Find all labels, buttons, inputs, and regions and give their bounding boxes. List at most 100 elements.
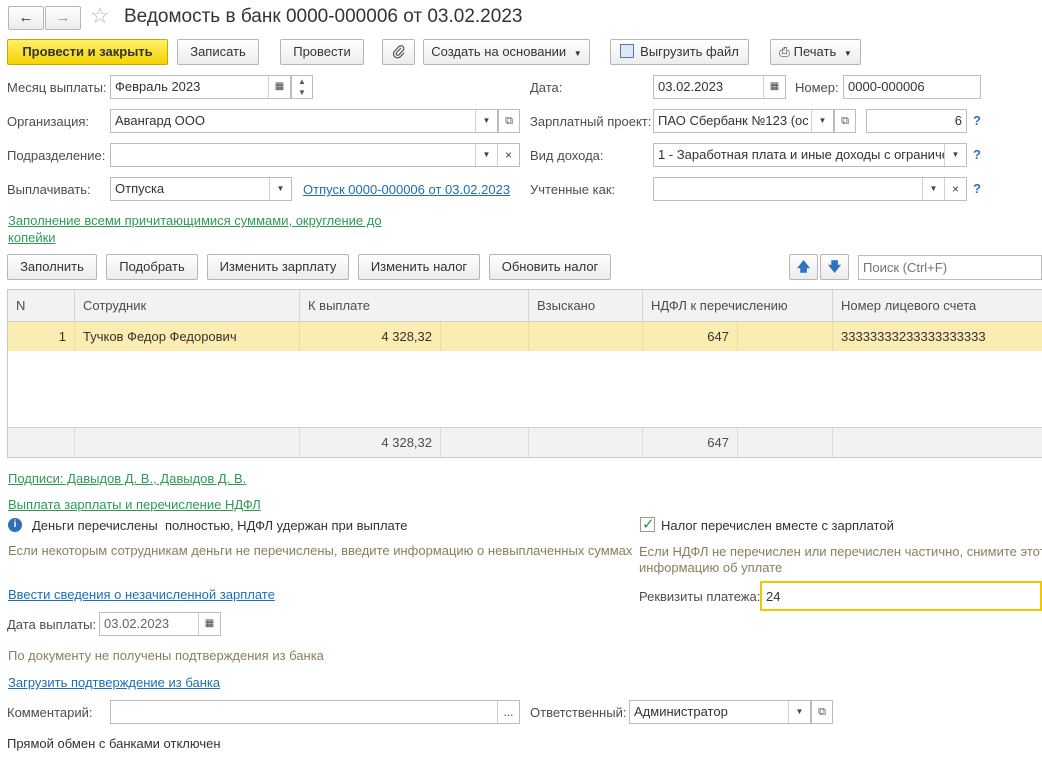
- dropdown-arrow-icon[interactable]: ▼: [475, 110, 497, 132]
- totals-collected: [529, 428, 643, 457]
- employees-table[interactable]: N Сотрудник К выплате Взыскано НДФЛ к пе…: [7, 289, 1042, 458]
- signatures-link[interactable]: Подписи: Давыдов Д. В., Давыдов Д. В.: [8, 470, 246, 487]
- calendar-icon[interactable]: ▦: [763, 76, 785, 98]
- table-row[interactable]: 1 Тучков Федор Федорович 4 328,32 647 33…: [8, 322, 1042, 351]
- row-ndfl: 647: [643, 322, 738, 351]
- post-and-close-button[interactable]: Провести и закрыть: [7, 39, 168, 65]
- column-employee[interactable]: Сотрудник: [75, 290, 300, 322]
- vacation-document-link[interactable]: Отпуск 0000-000006 от 03.02.2023: [303, 182, 510, 197]
- counted-as-label: Учтенные как:: [530, 182, 616, 197]
- stepper-up-icon[interactable]: ▲: [292, 76, 312, 87]
- salary-project-help-icon[interactable]: ?: [973, 113, 981, 128]
- calendar-icon[interactable]: ▦: [198, 613, 220, 635]
- tax-paid-checkbox[interactable]: ✓: [640, 516, 655, 533]
- pay-date-label: Дата выплаты:: [7, 617, 97, 632]
- salary-project-label: Зарплатный проект:: [530, 114, 652, 129]
- payment-details-field[interactable]: 24: [760, 581, 1042, 611]
- dropdown-arrow-icon[interactable]: ▼: [944, 144, 966, 166]
- income-type-field[interactable]: 1 - Заработная плата и иные доходы с огр…: [653, 143, 967, 167]
- update-tax-button[interactable]: Обновить налог: [489, 254, 611, 280]
- star-icon[interactable]: ☆: [90, 3, 110, 29]
- arrow-up-icon: 🡅: [796, 259, 811, 274]
- back-button[interactable]: ←: [8, 6, 44, 30]
- checkmark-icon: ✓: [642, 516, 655, 533]
- ellipsis-icon[interactable]: ...: [497, 701, 519, 723]
- create-based-on-button[interactable]: Создать на основании ▼: [423, 39, 590, 65]
- printer-icon: ⎙: [779, 44, 790, 59]
- division-label: Подразделение:: [7, 148, 106, 163]
- income-type-help-icon[interactable]: ?: [973, 147, 981, 162]
- page-title: Ведомость в банк 0000-000006 от 03.02.20…: [124, 6, 523, 27]
- comment-field[interactable]: ...: [110, 700, 520, 724]
- totals-employee: [75, 428, 300, 457]
- comment-label: Комментарий:: [7, 705, 93, 720]
- column-ndfl[interactable]: НДФЛ к перечислению: [643, 290, 833, 322]
- save-button[interactable]: Записать: [177, 39, 259, 65]
- tax-paid-label[interactable]: Налог перечислен вместе с зарплатой: [661, 518, 894, 534]
- dropdown-arrow-icon[interactable]: ▼: [788, 701, 810, 723]
- load-confirmation-link[interactable]: Загрузить подтверждение из банка: [8, 675, 220, 690]
- no-confirmation-hint: По документу не получены подтверждения и…: [8, 648, 324, 663]
- dropdown-arrow-icon: ▼: [573, 49, 582, 58]
- number-field[interactable]: 0000-000006: [843, 75, 981, 99]
- column-collected[interactable]: Взыскано: [529, 290, 643, 322]
- calendar-icon[interactable]: ▦: [268, 76, 290, 98]
- column-to-pay[interactable]: К выплате: [300, 290, 529, 322]
- print-button[interactable]: ⎙ Печать ▼: [770, 39, 861, 65]
- organization-field[interactable]: Авангард ООО ▼: [110, 109, 498, 133]
- forward-button[interactable]: →: [45, 6, 81, 30]
- column-account[interactable]: Номер лицевого счета: [833, 290, 1042, 322]
- attach-button[interactable]: [382, 39, 415, 65]
- change-tax-button[interactable]: Изменить налог: [358, 254, 480, 280]
- division-field[interactable]: ▼ ×: [110, 143, 520, 167]
- column-n[interactable]: N: [8, 290, 75, 322]
- export-file-button[interactable]: Выгрузить файл: [610, 39, 749, 65]
- open-salary-project-button[interactable]: ⧉: [834, 109, 856, 133]
- row-ndfl-extra: [738, 322, 833, 351]
- arrow-left-icon: ←: [18, 9, 34, 26]
- month-field[interactable]: Февраль 2023 ▦: [110, 75, 291, 99]
- dropdown-arrow-icon[interactable]: ▼: [922, 178, 944, 200]
- tax-hint: Если НДФЛ не перечислен или перечислен ч…: [639, 544, 1042, 575]
- pay-date-field[interactable]: 03.02.2023 ▦: [99, 612, 221, 636]
- change-salary-button[interactable]: Изменить зарплату: [207, 254, 349, 280]
- post-button[interactable]: Провести: [280, 39, 364, 65]
- search-input[interactable]: [858, 255, 1042, 280]
- stepper-down-icon[interactable]: ▼: [292, 87, 312, 98]
- row-account: 33333333233333333333: [841, 329, 986, 344]
- dropdown-arrow-icon[interactable]: ▼: [811, 110, 833, 132]
- fill-mode-link[interactable]: Заполнение всеми причитающимися суммами,…: [8, 212, 398, 246]
- clear-icon[interactable]: ×: [497, 144, 519, 166]
- responsible-label: Ответственный:: [530, 705, 627, 720]
- dropdown-arrow-icon[interactable]: ▼: [269, 178, 291, 200]
- number-label: Номер:: [795, 80, 839, 95]
- counted-as-help-icon[interactable]: ?: [973, 181, 981, 196]
- row-collected: [529, 322, 643, 351]
- dropdown-arrow-icon: ▼: [843, 49, 852, 58]
- bank-exchange-status: Прямой обмен с банками отключен: [7, 736, 221, 751]
- paperclip-icon: [392, 45, 404, 59]
- move-down-button[interactable]: 🡇: [820, 254, 849, 280]
- counted-as-field[interactable]: ▼ ×: [653, 177, 967, 201]
- move-up-button[interactable]: 🡅: [789, 254, 818, 280]
- salary-project-field[interactable]: ПАО Сбербанк №123 (осн ▼: [653, 109, 834, 133]
- month-stepper[interactable]: ▲ ▼: [291, 75, 313, 99]
- unaccrued-salary-link[interactable]: Ввести сведения о незачисленной зарплате: [8, 587, 275, 602]
- pick-button[interactable]: Подобрать: [106, 254, 198, 280]
- open-responsible-button[interactable]: ⧉: [811, 700, 833, 724]
- arrow-right-icon: →: [55, 9, 71, 26]
- info-icon: i: [8, 518, 22, 532]
- row-n: 1: [8, 322, 75, 351]
- income-type-label: Вид дохода:: [530, 148, 604, 163]
- payment-and-tax-link[interactable]: Выплата зарплаты и перечисление НДФЛ: [8, 496, 261, 513]
- pay-field[interactable]: Отпуска ▼: [110, 177, 292, 201]
- clear-icon[interactable]: ×: [944, 178, 966, 200]
- date-field[interactable]: 03.02.2023 ▦: [653, 75, 786, 99]
- table-totals: 4 328,32 647: [8, 427, 1042, 457]
- totals-to-pay: 4 328,32: [300, 428, 441, 457]
- salary-project-count: 6: [866, 109, 967, 133]
- dropdown-arrow-icon[interactable]: ▼: [475, 144, 497, 166]
- fill-button[interactable]: Заполнить: [7, 254, 97, 280]
- open-organization-button[interactable]: ⧉: [498, 109, 520, 133]
- responsible-field[interactable]: Администратор ▼: [629, 700, 811, 724]
